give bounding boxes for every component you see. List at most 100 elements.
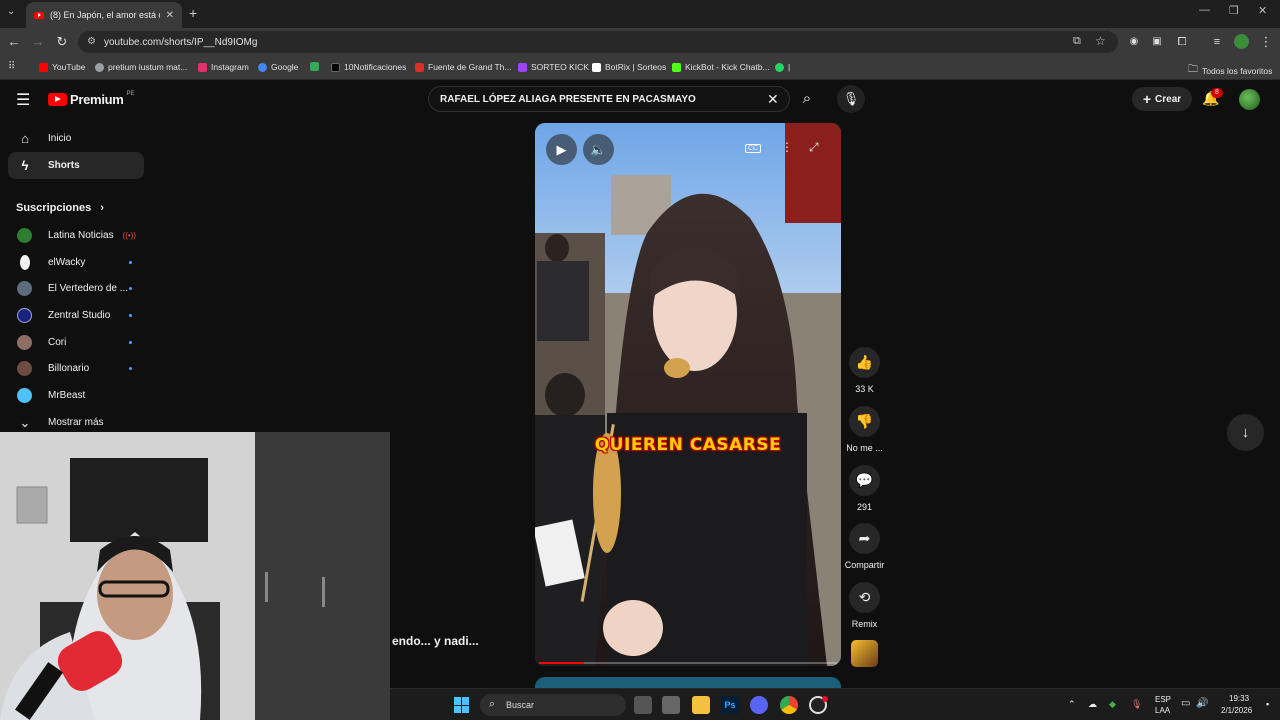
new-tab-button[interactable]: + [189, 5, 197, 21]
bookmark-whatsapp[interactable]: | [775, 62, 790, 72]
forward-icon[interactable]: → [30, 34, 46, 50]
minimize-button[interactable]: — [1199, 4, 1210, 16]
sidebar-item-inicio[interactable]: ⌂ Inicio [8, 125, 144, 152]
share-button[interactable]: ➦ Compartir [842, 523, 887, 570]
play-button[interactable]: ▶ [546, 134, 577, 165]
tray-overflow-icon[interactable]: ⌃ [1068, 699, 1076, 710]
create-button[interactable]: + Crear [1132, 87, 1192, 111]
volume-icon[interactable]: 🔊 [1196, 698, 1208, 709]
sidebar-channel-latina-noticias[interactable]: Latina Noticias ((•)) [8, 222, 144, 249]
like-button[interactable]: 👍 33 K [842, 347, 887, 394]
extensions-puzzle-icon[interactable]: ⧠ [1174, 34, 1190, 50]
like-count: 33 K [855, 384, 874, 394]
discord-icon[interactable] [750, 696, 768, 714]
bookmark-kickbot[interactable]: KickBot - Kick Chatb... [672, 62, 770, 72]
task-view-icon[interactable] [634, 696, 652, 714]
extension-icon[interactable]: ◉ [1126, 34, 1142, 50]
app-icon-generic[interactable] [662, 696, 680, 714]
tab-close-icon[interactable]: ✕ [166, 10, 174, 21]
bookmark-fuente-gta[interactable]: Fuente de Grand Th... [415, 62, 511, 72]
keyboard-language-top[interactable]: ESP [1155, 695, 1171, 704]
tab-search-button[interactable]: ⌄ [7, 6, 15, 17]
bookmark-pinwheel[interactable] [310, 62, 319, 71]
reading-list-icon[interactable]: ≡ [1209, 34, 1225, 50]
bookmark-star-icon[interactable]: ☆ [1095, 34, 1106, 48]
short-video-player[interactable]: ▶ 🔈 CC ⋮ ⤢ QUIEREN CASARSE [535, 123, 841, 666]
tray-app-icon[interactable]: ☁ [1088, 699, 1097, 710]
windows-taskbar: ⌕ Buscar Ps ⌃ ☁ ◆ 🎙 ESP LAA ▭ 🔊 19:33 2/… [390, 688, 1280, 720]
address-bar[interactable]: ⚙ youtube.com/shorts/IP__Nd9IOMg ⧉ ☆ [78, 31, 1118, 53]
bookmark-instagram[interactable]: Instagram [198, 62, 249, 72]
chevron-right-icon: › [100, 202, 104, 214]
all-favorites-folder[interactable]: 🗀 Todos los favoritos [1188, 62, 1272, 79]
search-button[interactable]: ⌕ [790, 86, 824, 112]
remix-button[interactable]: ⟲ Remix [842, 582, 887, 629]
sidebar: ⌂ Inicio ϟ Shorts Suscripciones › Latina… [0, 120, 152, 432]
bookmark-google[interactable]: Google [258, 62, 298, 72]
network-icon[interactable]: ▭ [1181, 698, 1190, 709]
keyboard-language-bottom[interactable]: LAA [1155, 706, 1170, 715]
back-icon[interactable]: ← [6, 34, 22, 50]
logo-region: PE [126, 90, 135, 97]
taskbar-search-placeholder: Buscar [506, 700, 535, 710]
site-info-icon[interactable]: ⚙ [87, 36, 96, 47]
sidebar-channel-mrbeast[interactable]: MrBeast [8, 382, 144, 409]
bookmark-youtube[interactable]: YouTube [39, 62, 85, 72]
sidebar-channel-elwacky[interactable]: elWacky [8, 249, 144, 276]
dislike-button[interactable]: 👎 No me ... [842, 406, 887, 453]
account-avatar[interactable] [1239, 89, 1260, 110]
subscriptions-heading[interactable]: Suscripciones › [16, 202, 104, 214]
photoshop-icon[interactable]: Ps [721, 696, 739, 714]
tray-app-icon-2[interactable]: ◆ [1109, 699, 1116, 710]
search-input[interactable]: RAFAEL LÓPEZ ALIAGA PRESENTE EN PACASMAY… [428, 86, 790, 112]
close-window-button[interactable]: ✕ [1258, 4, 1267, 17]
next-short-button[interactable]: ↓ [1227, 414, 1264, 451]
comments-button[interactable]: 💬 291 [842, 465, 887, 512]
bookmark-botrix[interactable]: BotRix | Sorteos [592, 62, 666, 72]
sidebar-channel-el-vertedero[interactable]: El Vertedero de ... [8, 275, 144, 302]
sidebar-item-shorts[interactable]: ϟ Shorts [8, 152, 144, 179]
video-progress-bar[interactable] [539, 662, 837, 664]
profile-avatar[interactable] [1234, 34, 1249, 49]
thumbs-down-icon: 👎 [849, 406, 880, 437]
comment-icon: 💬 [849, 465, 880, 496]
sidebar-channel-cori[interactable]: Cori [8, 329, 144, 356]
windows-start-icon[interactable] [454, 697, 470, 713]
sidebar-channel-billonario[interactable]: Billonario [8, 355, 144, 382]
hamburger-menu-icon[interactable]: ☰ [16, 90, 30, 110]
bookmark-10notificaciones[interactable]: 10Notificaciones [331, 62, 406, 72]
home-icon: ⌂ [21, 131, 29, 146]
chrome-icon[interactable] [780, 696, 798, 714]
globe-icon [95, 62, 104, 72]
clock-time[interactable]: 19:33 [1229, 694, 1249, 703]
volume-button[interactable]: 🔈 [583, 134, 614, 165]
clear-search-icon[interactable]: ✕ [767, 91, 779, 108]
restore-button[interactable]: ❐ [1229, 4, 1239, 17]
browser-menu-icon[interactable]: ⋮ [1258, 34, 1274, 50]
sidebar-channel-zentral-studio[interactable]: Zentral Studio [8, 302, 144, 329]
obs-recording-dot [822, 696, 828, 702]
clock-date[interactable]: 2/1/2026 [1221, 706, 1252, 715]
taskbar-search[interactable]: ⌕ Buscar [480, 694, 626, 716]
install-app-icon[interactable]: ⧉ [1073, 35, 1081, 48]
video-frame [535, 123, 841, 666]
apps-grid-icon[interactable]: ⠿ [8, 61, 15, 72]
file-explorer-icon[interactable] [692, 696, 710, 714]
youtube-logo[interactable]: Premium PE [48, 90, 135, 107]
voice-search-button[interactable]: 🎙 [837, 85, 865, 113]
youtube-header: ☰ Premium PE RAFAEL LÓPEZ ALIAGA PRESENT… [0, 80, 1280, 120]
bookmark-sorteo-kick[interactable]: SORTEO KICK [518, 62, 589, 72]
more-options-icon[interactable]: ⋮ [781, 140, 793, 154]
font-icon [415, 62, 424, 72]
extension-icon-2[interactable]: ▣ [1149, 34, 1165, 50]
reload-icon[interactable]: ↻ [54, 34, 70, 50]
tray-mic-icon[interactable]: 🎙 [1131, 699, 1142, 710]
bookmark-pretium[interactable]: pretium iustum mat... [95, 62, 187, 72]
channel-thumbnail[interactable] [851, 640, 878, 667]
browser-tab[interactable]: (8) En Japón, el amor está desa ✕ [26, 2, 182, 28]
fullscreen-icon[interactable]: ⤢ [809, 140, 819, 155]
live-indicator-icon: ((•)) [122, 231, 136, 240]
captions-icon[interactable]: CC [745, 144, 762, 153]
notification-center-icon[interactable]: ▪ [1266, 699, 1269, 709]
new-content-dot [129, 367, 132, 370]
